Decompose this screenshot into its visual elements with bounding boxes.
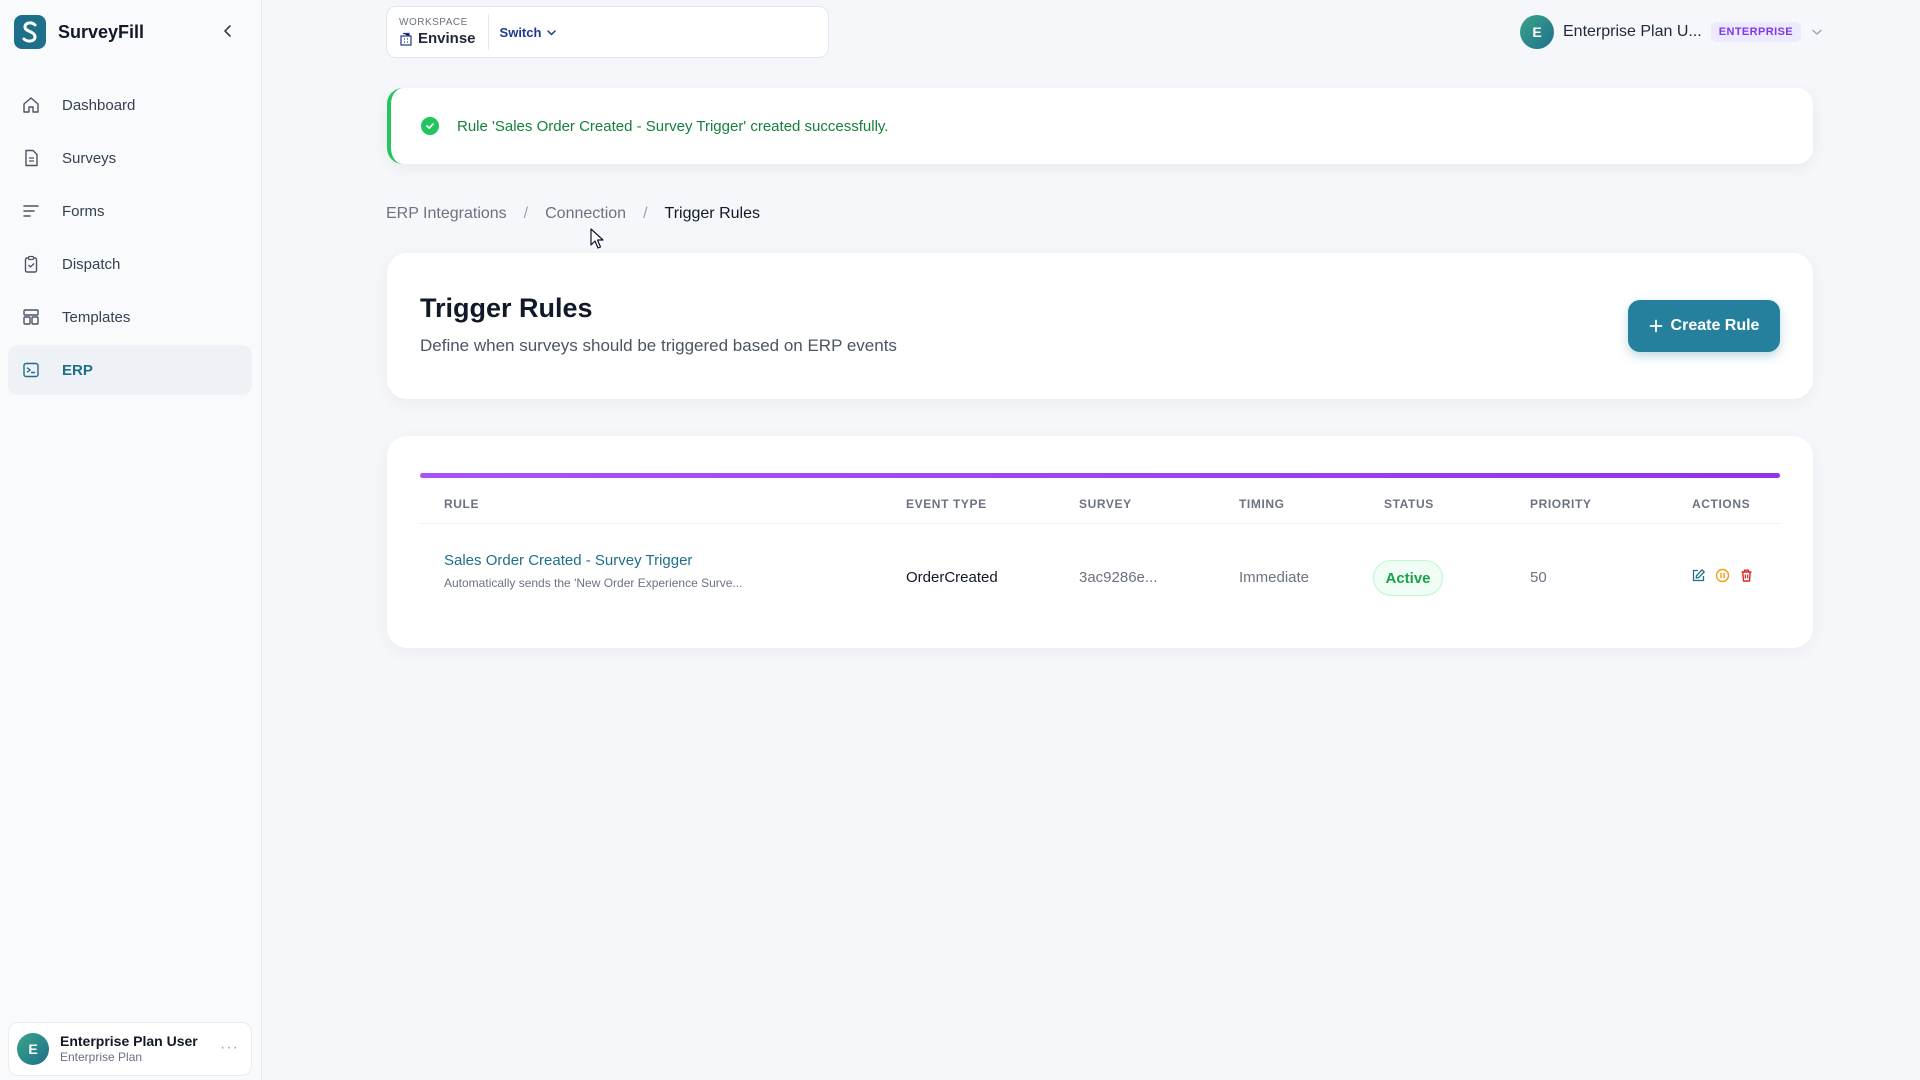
chevron-down-icon [547,29,557,36]
workspace-selector: WORKSPACE Envinse Switch [386,6,829,58]
terminal-icon [21,360,41,380]
table-header: RULE EVENT TYPE SURVEY TIMING STATUS PRI… [420,478,1780,524]
breadcrumb-separator: / [643,205,648,222]
trash-icon[interactable] [1738,567,1754,583]
breadcrumb-separator: / [523,205,529,222]
switch-label: Switch [499,24,542,40]
user-name: Enterprise Plan User [60,1033,198,1050]
pause-icon[interactable] [1714,567,1730,583]
plan-badge: ENTERPRISE [1710,22,1802,42]
document-icon [21,148,41,168]
create-rule-label: Create Rule [1670,317,1760,334]
sidebar-item-dashboard[interactable]: Dashboard [8,80,252,130]
templates-icon [21,307,41,327]
sidebar-item-forms[interactable]: Forms [8,186,252,236]
more-options-icon[interactable]: ··· [220,1039,239,1057]
success-alert: Rule 'Sales Order Created - Survey Trigg… [387,88,1813,164]
list-icon [21,201,41,221]
chevron-down-icon [1811,26,1823,38]
collapse-sidebar-button[interactable] [216,19,240,43]
event-type-cell: OrderCreated [906,569,998,586]
mouse-cursor-icon [590,228,604,249]
breadcrumb: ERP Integrations / Connection / Trigger … [386,203,760,225]
chevron-left-icon [224,25,231,37]
sidebar-item-label: Dashboard [62,96,136,114]
sidebar-item-templates[interactable]: Templates [8,292,252,342]
alert-message: Rule 'Sales Order Created - Survey Trigg… [457,117,889,135]
page-header-card: Trigger Rules Define when surveys should… [387,253,1813,399]
workspace-name: Envinse [418,30,476,47]
brand[interactable]: SurveyFill [14,14,144,50]
sidebar-user-card[interactable]: E Enterprise Plan User Enterprise Plan ·… [8,1022,252,1076]
sidebar-item-label: Dispatch [62,255,121,273]
edit-icon[interactable] [1690,567,1706,583]
sidebar-item-dispatch[interactable]: Dispatch [8,239,252,289]
sidebar-item-label: Templates [62,308,131,326]
status-badge: Active [1373,560,1443,596]
survey-cell: 3ac9286e... [1079,569,1158,586]
workspace-caption: WORKSPACE [399,17,468,28]
page-title: Trigger Rules [420,293,593,323]
create-rule-button[interactable]: Create Rule [1628,300,1780,352]
user-menu[interactable]: E Enterprise Plan U... ENTERPRISE [1520,14,1823,50]
breadcrumb-connection[interactable]: Connection [545,205,626,223]
page-subtitle: Define when surveys should be triggered … [420,336,897,355]
column-header-actions: ACTIONS [1692,497,1751,511]
home-icon [21,95,41,115]
rule-description: Automatically sends the 'New Order Exper… [444,576,743,590]
switch-workspace-button[interactable]: Switch [500,25,558,40]
breadcrumb-trigger-rules: Trigger Rules [664,205,760,222]
sidebar-item-surveys[interactable]: Surveys [8,133,252,183]
surveyfill-logo-icon [14,15,46,49]
topbar: WORKSPACE Envinse Switch E Enterprise Pl… [262,0,1920,68]
timing-cell: Immediate [1239,569,1310,586]
plus-icon [1649,319,1663,333]
column-header-priority: PRIORITY [1530,497,1592,511]
sidebar: SurveyFill Dashboard Surveys Forms Dispa… [0,0,262,1080]
clipboard-icon [21,254,41,274]
column-header-timing: TIMING [1239,497,1285,511]
table-row: Sales Order Created - Survey Trigger Aut… [420,524,1780,612]
user-plan: Enterprise Plan [60,1050,143,1065]
sidebar-item-label: ERP [62,361,93,379]
avatar: E [17,1033,49,1065]
building-icon [400,32,412,46]
avatar: E [1520,15,1554,49]
app-name: SurveyFill [58,21,145,42]
check-circle-icon [421,117,439,135]
workspace-info: WORKSPACE Envinse [387,14,489,50]
sidebar-item-label: Surveys [62,149,117,167]
sidebar-item-erp[interactable]: ERP [8,345,252,395]
rule-name-link[interactable]: Sales Order Created - Survey Trigger [444,552,692,569]
column-header-event-type: EVENT TYPE [906,497,987,511]
column-header-status: STATUS [1384,497,1434,511]
row-actions [1690,567,1762,583]
user-name: Enterprise Plan U... [1563,23,1702,40]
trigger-rules-table: RULE EVENT TYPE SURVEY TIMING STATUS PRI… [387,436,1813,648]
sidebar-nav: Dashboard Surveys Forms Dispatch Templat… [8,80,252,398]
column-header-rule: RULE [444,497,480,511]
sidebar-item-label: Forms [62,202,105,220]
column-header-survey: SURVEY [1079,497,1132,511]
priority-cell: 50 [1530,569,1547,586]
breadcrumb-erp-integrations[interactable]: ERP Integrations [386,205,507,223]
